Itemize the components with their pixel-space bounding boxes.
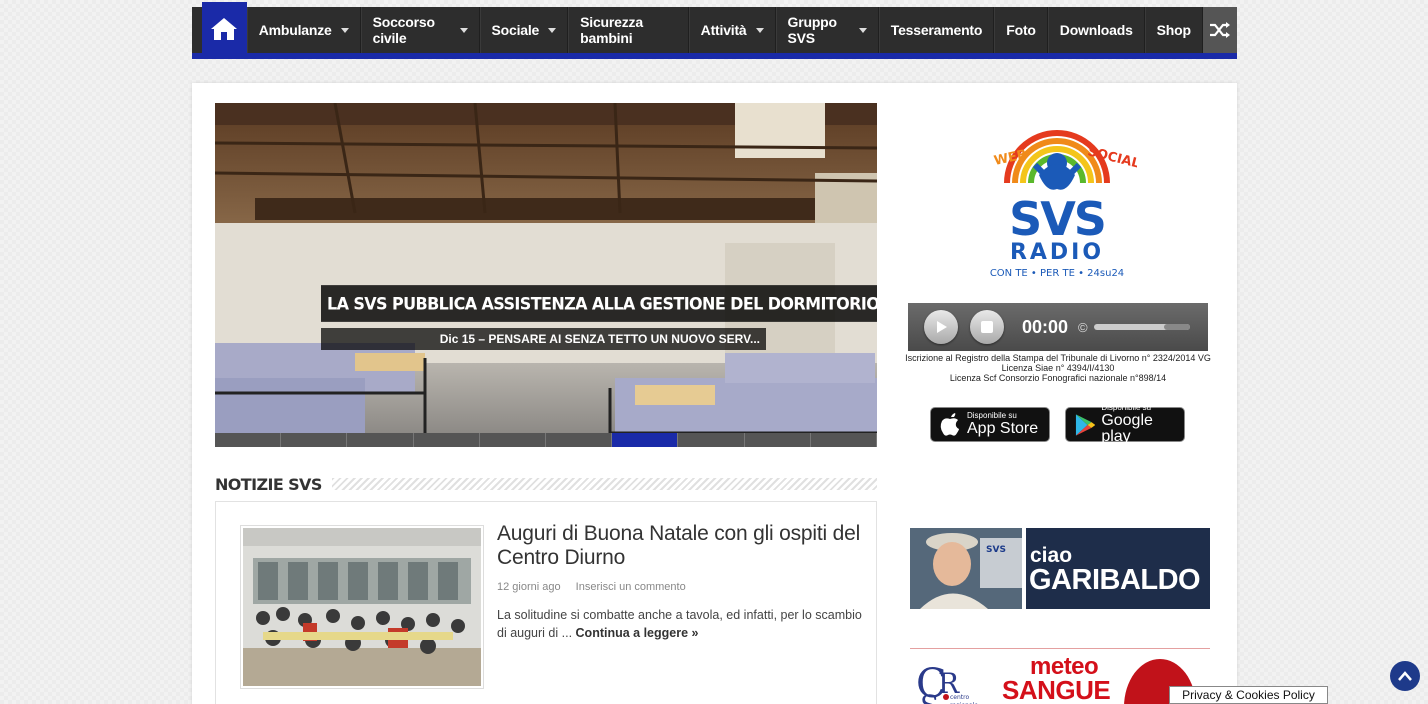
post-title[interactable]: Auguri di Buona Natale con gli ospiti de…	[497, 522, 867, 570]
post-excerpt: La solitudine si combatte anche a tavola…	[497, 606, 867, 642]
slider-dot-1[interactable]	[215, 433, 282, 447]
shuffle-icon	[1209, 22, 1230, 38]
chevron-down-icon	[340, 27, 349, 33]
slider-dot-4[interactable]	[413, 433, 480, 447]
svg-text:S: S	[920, 689, 939, 704]
post-thumbnail[interactable]	[240, 525, 484, 689]
volume-slider[interactable]	[1093, 324, 1190, 330]
heading-stripes	[331, 478, 877, 490]
nav-shop[interactable]: Shop	[1144, 7, 1203, 53]
garibaldo-text: GARIBALDO	[1029, 564, 1201, 596]
home-button[interactable]	[202, 2, 247, 55]
scroll-to-top-button[interactable]	[1390, 661, 1420, 691]
play-icon	[937, 321, 947, 333]
google-play-icon	[1075, 413, 1096, 436]
logo-web-text: WEB	[993, 147, 1029, 169]
slider-dot-7[interactable]	[612, 433, 679, 447]
svs-radio-logo-image: WEB SOCIAL SVS RADIO CON TE • PER TE • 2…	[990, 130, 1141, 279]
privacy-cookies-button[interactable]: Privacy & Cookies Policy	[1169, 686, 1328, 704]
slider-pagination	[215, 433, 878, 447]
chevron-down-icon	[548, 27, 557, 33]
volume-icon[interactable]: ©	[1078, 320, 1088, 335]
logo-radio-text: RADIO	[1010, 240, 1104, 265]
sangue-text: SANGUE	[1002, 675, 1111, 704]
post-card: Auguri di Buona Natale con gli ospiti de…	[215, 501, 877, 704]
slider-dot-9[interactable]	[744, 433, 811, 447]
nav-attivita[interactable]: Attività	[688, 7, 776, 53]
chevron-down-icon	[858, 27, 867, 33]
featured-slider[interactable]: LA SVS PUBBLICA ASSISTENZA ALLA GESTIONE…	[215, 103, 877, 433]
logo-svs-text: SVS	[1009, 192, 1105, 246]
nav-tesseramento[interactable]: Tesseramento	[878, 7, 995, 53]
apple-icon	[940, 412, 959, 436]
slider-dot-10[interactable]	[810, 433, 878, 447]
post-date: 12 giorni ago	[497, 581, 561, 593]
nav-ambulanze[interactable]: Ambulanze	[246, 7, 361, 53]
slider-dot-5[interactable]	[479, 433, 547, 447]
slide-image	[215, 103, 877, 433]
svg-text:SVS: SVS	[986, 545, 1006, 555]
svg-text:centro: centro	[950, 694, 969, 701]
nav-sicurezza-bambini[interactable]: Sicurezza bambini	[568, 7, 689, 53]
chevron-down-icon	[459, 27, 468, 33]
slider-dot-8[interactable]	[678, 433, 745, 447]
player-time: 00:00	[1022, 316, 1069, 337]
post-comment-link[interactable]: Inserisci un commento	[576, 581, 686, 593]
nav-downloads[interactable]: Downloads	[1047, 7, 1145, 53]
home-icon	[211, 17, 238, 40]
main-nav: Ambulanze Soccorso civile Sociale Sicure…	[192, 2, 1237, 55]
stop-icon	[981, 321, 993, 333]
play-button[interactable]	[924, 310, 958, 344]
shuffle-button[interactable]	[1202, 7, 1237, 53]
license-info: Iscrizione al Registro della Stampa del …	[905, 353, 1211, 383]
chevron-down-icon	[755, 27, 764, 33]
read-more-link[interactable]: Continua a leggere »	[576, 626, 699, 640]
section-heading: NOTIZIE SVS	[215, 473, 877, 495]
crs-logo: C R S centro regionale sangue	[916, 661, 978, 704]
stop-button[interactable]	[970, 310, 1004, 344]
post-meta: 12 giorni ago Inserisci un commento	[497, 581, 686, 593]
meteo-sangue-banner[interactable]: C R S centro regionale sangue meteo SANG…	[910, 648, 1210, 704]
ciao-garibaldo-banner[interactable]: SVS ciao GARIBALDO	[910, 528, 1210, 609]
google-play-button[interactable]: Disponibile su Google play	[1065, 404, 1185, 445]
nav-accent-bar	[192, 53, 1237, 59]
slider-dot-2[interactable]	[281, 433, 348, 447]
nav-gruppo-svs[interactable]: Gruppo SVS	[775, 7, 879, 53]
content-container: LA SVS PUBBLICA ASSISTENZA ALLA GESTIONE…	[192, 83, 1237, 704]
chevron-up-icon	[1398, 671, 1412, 681]
slider-dot-3[interactable]	[347, 433, 414, 447]
nav-foto[interactable]: Foto	[994, 7, 1048, 53]
slider-dot-6[interactable]	[546, 433, 613, 447]
section-heading-label[interactable]: NOTIZIE SVS	[215, 475, 332, 494]
slide-subtitle[interactable]: Dic 15 – PENSARE AI SENZA TETTO UN NUOVO…	[321, 328, 766, 350]
slide-title[interactable]: LA SVS PUBBLICA ASSISTENZA ALLA GESTIONE…	[321, 285, 877, 322]
svs-radio-logo[interactable]: WEB SOCIAL SVS RADIO CON TE • PER TE • 2…	[977, 113, 1141, 283]
radio-player: 00:00 ©	[908, 303, 1208, 351]
nav-sociale[interactable]: Sociale	[479, 7, 569, 53]
nav-soccorso-civile[interactable]: Soccorso civile	[360, 7, 480, 53]
app-store-button[interactable]: Disponibile su App Store	[930, 407, 1050, 442]
post-thumbnail-image	[243, 528, 481, 686]
logo-tagline-text: CON TE • PER TE • 24su24	[990, 268, 1124, 279]
garibaldo-photo: SVS	[910, 528, 1022, 609]
